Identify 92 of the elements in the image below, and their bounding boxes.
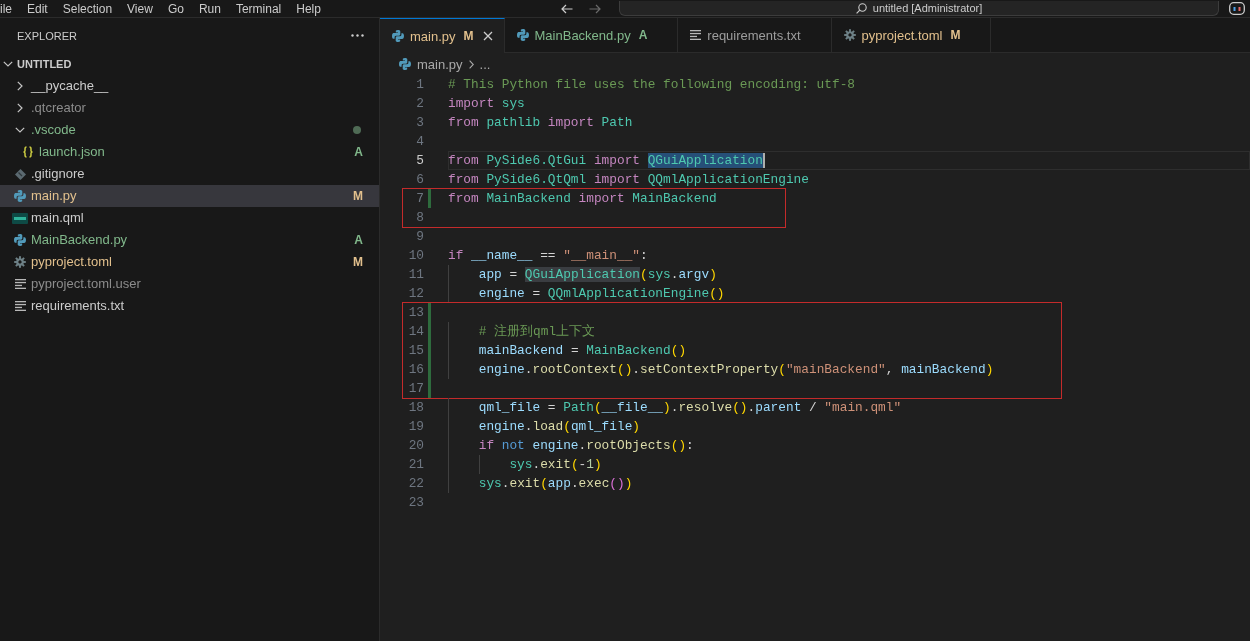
line-number: 16 xyxy=(407,361,424,379)
lines-icon xyxy=(690,30,702,40)
code-line: sys.exit(app.exec()) xyxy=(448,474,1250,493)
sidebar-title: EXPLORER xyxy=(17,29,77,42)
python-icon xyxy=(392,30,404,42)
menu-item[interactable]: Terminal xyxy=(235,1,282,16)
breadcrumb-item[interactable]: main.py xyxy=(399,56,463,72)
menu-item[interactable]: Go xyxy=(167,1,184,16)
close-icon[interactable] xyxy=(482,31,493,41)
chevron-down-icon[interactable] xyxy=(3,61,13,67)
line-number: 5 xyxy=(415,152,424,170)
arrow-right-icon[interactable] xyxy=(589,3,601,14)
line-number: 18 xyxy=(407,399,424,417)
line-number: 20 xyxy=(407,437,424,455)
code-line: if not engine.rootObjects(): xyxy=(448,436,1250,455)
line-number: 23 xyxy=(407,494,424,512)
menu-item[interactable]: ile xyxy=(0,1,12,16)
editor-tab[interactable]: pyproject.toml M xyxy=(831,18,992,53)
code-line: from MainBackend import MainBackend xyxy=(448,190,717,208)
code-line: engine.rootContext().setContextProperty("mainBackend", mainBackend) xyxy=(448,360,994,379)
code-line: from pathlib import Path xyxy=(448,114,634,132)
menu-item[interactable]: View xyxy=(127,1,153,16)
diamond-icon xyxy=(14,168,26,180)
file-tree-item[interactable]: main.qml xyxy=(0,207,379,229)
file-tree-item[interactable]: .gitignore xyxy=(0,163,379,185)
python-icon xyxy=(14,234,26,246)
line-number: 19 xyxy=(407,418,424,436)
line-number: 8 xyxy=(415,209,424,227)
file-tree-item[interactable]: .qtcreator xyxy=(0,97,379,119)
menu-item[interactable]: Run xyxy=(198,1,221,16)
arrow-left-icon[interactable] xyxy=(561,3,573,14)
chevron-right-icon[interactable] xyxy=(17,103,23,113)
line-number: 21 xyxy=(407,456,424,474)
code-line: app = QGuiApplication(sys.argv) xyxy=(448,265,1250,284)
file-tree-item[interactable]: pyproject.toml M xyxy=(0,251,379,273)
python-icon xyxy=(516,29,529,41)
code-line: # 注册到qml上下文 xyxy=(448,322,994,341)
code-line: # This Python file uses the following encoding: utf-8 xyxy=(448,76,856,94)
code-line: from PySide6.QtQml import QQmlApplicationEngine xyxy=(448,171,810,189)
line-number: 3 xyxy=(415,114,424,132)
code-line: from PySide6.QtGui import QGuiApplication xyxy=(448,151,1250,170)
code-line: engine.load(qml_file) xyxy=(448,417,1250,436)
line-number: 11 xyxy=(407,266,424,284)
robot-face-icon[interactable] xyxy=(1229,2,1245,15)
line-number: 22 xyxy=(407,475,424,493)
menu-item[interactable]: Selection xyxy=(62,1,113,16)
gear-icon xyxy=(843,29,856,41)
line-number: 2 xyxy=(415,95,424,113)
chevron-right-icon[interactable] xyxy=(17,81,23,91)
gear-icon xyxy=(14,256,26,268)
line-number: 7 xyxy=(415,190,424,208)
line-number: 14 xyxy=(407,323,424,341)
line-number: 12 xyxy=(407,285,424,303)
code-line: sys.exit(-1) xyxy=(448,455,1250,474)
editor-tab[interactable]: MainBackend.py A xyxy=(504,18,679,53)
lines-icon xyxy=(14,279,26,289)
file-tree-item[interactable]: requirements.txt xyxy=(0,295,379,317)
file-tree-item[interactable]: .vscode xyxy=(0,119,379,141)
file-tree-item[interactable]: UNTITLED xyxy=(0,53,379,75)
search-icon xyxy=(855,2,867,14)
editor-tab[interactable]: main.py M xyxy=(380,18,505,53)
tile-icon xyxy=(12,212,28,224)
python-icon xyxy=(14,190,26,202)
python-icon xyxy=(399,58,411,70)
command-center-field[interactable]: untitled [Administrator] xyxy=(619,1,1219,16)
chevron-right-icon xyxy=(468,59,474,69)
file-tree-item[interactable]: launch.json A xyxy=(0,141,379,163)
chevron-down-icon[interactable] xyxy=(15,127,25,133)
breadcrumb-item[interactable]: ... xyxy=(479,56,491,72)
file-tree-item[interactable]: pyproject.toml.user xyxy=(0,273,379,295)
code-line: engine = QQmlApplicationEngine() xyxy=(448,284,1250,303)
line-number: 1 xyxy=(415,76,424,94)
code-line: import sys xyxy=(448,95,526,113)
braces-icon xyxy=(22,146,34,158)
line-number: 13 xyxy=(407,304,424,322)
editor-tab[interactable]: requirements.txt xyxy=(678,18,832,53)
file-tree-item[interactable]: __pycache__ xyxy=(0,75,379,97)
code-line: mainBackend = MainBackend() xyxy=(448,341,994,360)
code-line: if __name__ == "__main__": xyxy=(448,247,649,265)
line-number: 9 xyxy=(415,228,424,246)
more-actions-icon[interactable] xyxy=(351,34,364,37)
line-number: 6 xyxy=(415,171,424,189)
line-number: 15 xyxy=(407,342,424,360)
line-number: 4 xyxy=(415,133,424,151)
file-tree-item[interactable]: main.py M xyxy=(0,185,379,207)
lines-icon xyxy=(14,301,26,311)
menu-item[interactable]: Help xyxy=(296,1,321,16)
line-number: 10 xyxy=(407,247,424,265)
file-tree-item[interactable]: MainBackend.py A xyxy=(0,229,379,251)
code-line: qml_file = Path(__file__).resolve().parent / "main.qml" xyxy=(448,398,1250,417)
menu-item[interactable]: Edit xyxy=(27,1,48,16)
line-number: 17 xyxy=(407,380,424,398)
